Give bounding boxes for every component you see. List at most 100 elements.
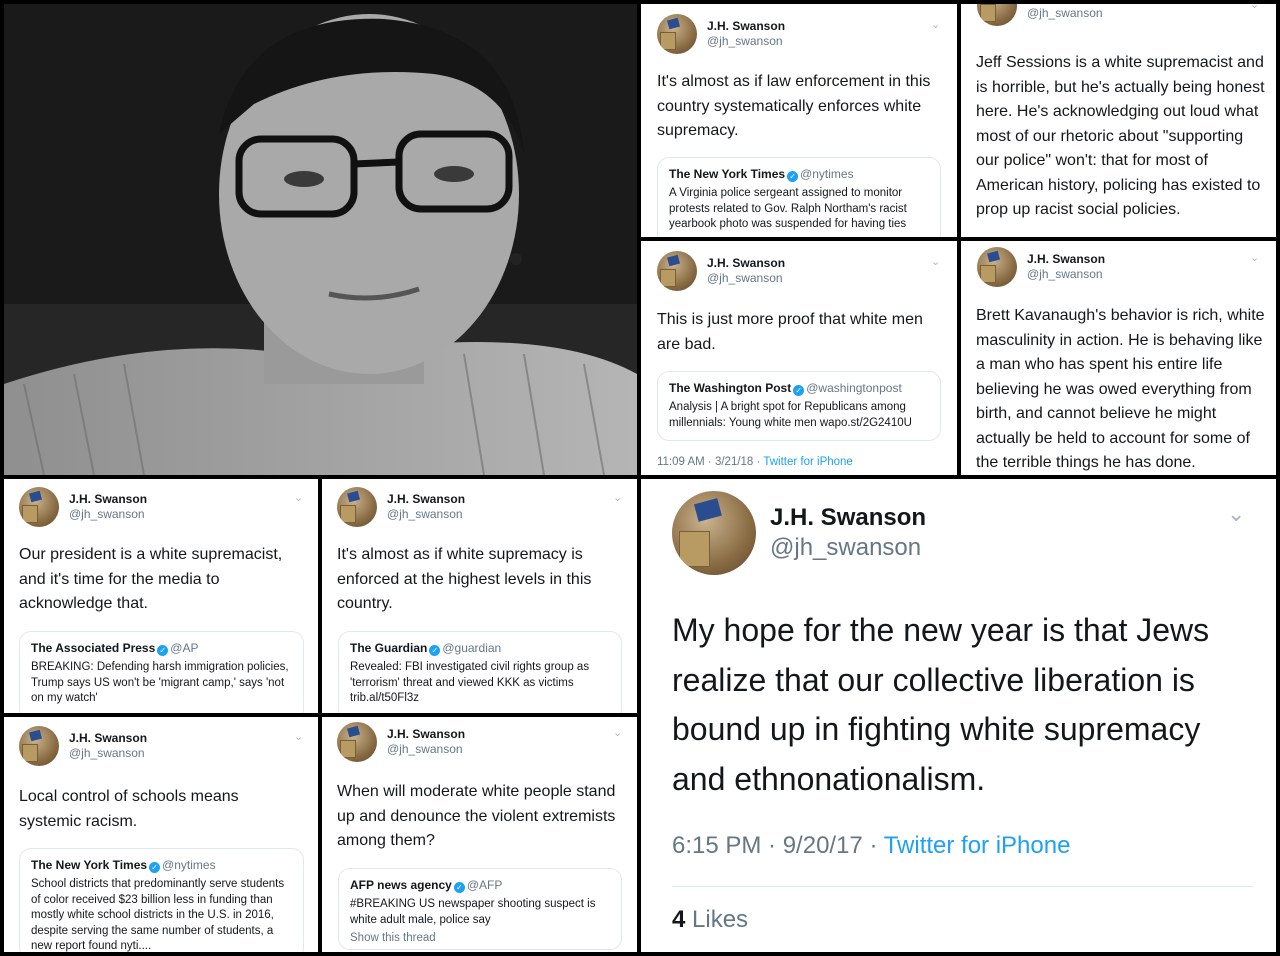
author-name[interactable]: J.H. Swanson <box>1027 252 1105 267</box>
verified-badge-icon: ✓ <box>793 385 805 396</box>
author-name[interactable]: J.H. Swanson <box>387 492 465 507</box>
quote-text: Analysis | A bright spot for Republicans… <box>669 401 912 429</box>
chevron-down-icon[interactable]: ⌄ <box>294 491 303 504</box>
chevron-down-icon[interactable]: ⌄ <box>1227 501 1245 527</box>
tweet-text: It's almost as if white supremacy is enf… <box>337 546 592 612</box>
quote-author-name: AFP news agency <box>350 878 452 892</box>
tweet-meta: 11:09 AM · 3/21/18 · Twitter for iPhone <box>657 456 853 468</box>
quote-author-name: The New York Times <box>669 167 786 181</box>
author-handle[interactable]: @jh_swanson <box>770 533 926 563</box>
tweet-card-2: J.H. Swanson @jh_swanson ⌄ Jeff Sessions… <box>961 4 1276 237</box>
tweet-header: J.H. Swanson @jh_swanson <box>657 14 785 54</box>
author-handle[interactable]: @jh_swanson <box>69 746 147 761</box>
author-name[interactable]: J.H. Swanson <box>707 256 785 271</box>
tweet-card-9: J.H. Swanson @jh_swanson ⌄ My hope for t… <box>641 479 1276 952</box>
quote-author-name: The Guardian <box>350 641 428 655</box>
chevron-down-icon[interactable]: ⌄ <box>1250 251 1259 264</box>
chevron-down-icon[interactable]: ⌄ <box>613 491 622 504</box>
tweet-source-link[interactable]: Twitter for iPhone <box>763 456 852 468</box>
quote-author-handle: @washingtonpost <box>806 381 902 395</box>
likes-label: Likes <box>685 906 749 933</box>
avatar[interactable] <box>337 487 377 527</box>
tweet-header: J.H. Swanson @jh_swanson <box>657 251 785 291</box>
quote-text: School districts that predominantly serv… <box>31 878 285 952</box>
author-name[interactable]: J.H. Swanson <box>69 731 147 746</box>
author-handle[interactable]: @jh_swanson <box>707 271 785 286</box>
tweet-card-6: J.H. Swanson @jh_swanson ⌄ It's almost a… <box>322 479 637 713</box>
likes-number: 4 <box>672 906 686 933</box>
tweet-header: J.H. Swanson @jh_swanson <box>337 487 465 527</box>
author-handle[interactable]: @jh_swanson <box>1027 6 1105 21</box>
show-thread-link[interactable]: Show this thread <box>350 931 610 947</box>
author-name[interactable]: J.H. Swanson <box>69 492 147 507</box>
chevron-down-icon[interactable]: ⌄ <box>931 18 940 31</box>
quote-text: BREAKING: Defending harsh immigration po… <box>31 661 289 704</box>
author-handle[interactable]: @jh_swanson <box>387 507 465 522</box>
tweet-header: J.H. Swanson @jh_swanson <box>977 4 1105 26</box>
quoted-tweet[interactable]: The Guardian ✓ @guardian Revealed: FBI inv… <box>338 631 622 713</box>
tweet-card-3: J.H. Swanson @jh_swanson ⌄ This is just … <box>641 241 957 475</box>
quote-author-handle: @nytimes <box>162 858 216 872</box>
avatar[interactable] <box>19 726 59 766</box>
tweet-text: Local control of schools means systemic … <box>19 788 239 830</box>
avatar[interactable] <box>977 247 1017 287</box>
quote-author-name: The Associated Press <box>31 641 156 655</box>
portrait-image <box>4 4 637 475</box>
profile-photo <box>4 4 637 475</box>
quoted-tweet[interactable]: The New York Times ✓ @nytimes School distr… <box>19 848 304 952</box>
author-name[interactable]: J.H. Swanson <box>770 503 926 533</box>
tweet-text: My hope for the new year is that Jews re… <box>672 612 1210 797</box>
tweet-text: Jeff Sessions is a white supremacist and… <box>976 54 1265 218</box>
author-name[interactable]: J.H. Swanson <box>387 727 465 742</box>
avatar[interactable] <box>977 4 1017 26</box>
tweet-text: It's almost as if law enforcement in thi… <box>657 73 931 139</box>
quote-author-handle: @nytimes <box>800 167 854 181</box>
tweet-card-8: J.H. Swanson @jh_swanson ⌄ When will mod… <box>322 717 637 952</box>
tweet-header: J.H. Swanson @jh_swanson <box>19 726 147 766</box>
quote-author-name: The New York Times <box>31 858 148 872</box>
verified-badge-icon: ✓ <box>453 882 465 893</box>
tweet-header: J.H. Swanson @jh_swanson <box>672 491 926 575</box>
author-handle[interactable]: @jh_swanson <box>387 742 465 757</box>
verified-badge-icon: ✓ <box>149 862 161 873</box>
quote-author-handle: @guardian <box>442 641 502 655</box>
tweet-source-link[interactable]: Twitter for iPhone <box>884 832 1071 859</box>
chevron-down-icon[interactable]: ⌄ <box>613 726 622 739</box>
tweet-card-7: J.H. Swanson @jh_swanson ⌄ Local control… <box>4 717 318 952</box>
quote-text: Revealed: FBI investigated civil rights … <box>350 661 590 704</box>
tweet-meta: 6:15 PM · 9/20/17 · Twitter for iPhone <box>672 832 1070 860</box>
quoted-tweet[interactable]: The New York Times ✓ @nytimes A Virginia p… <box>657 157 941 237</box>
avatar[interactable] <box>19 487 59 527</box>
likes-count[interactable]: 4 Likes <box>672 906 748 934</box>
tweet-timestamp[interactable]: 11:09 AM · 3/21/18 · <box>657 456 763 468</box>
verified-badge-icon: ✓ <box>787 171 799 182</box>
tweet-timestamp[interactable]: 6:15 PM · 9/20/17 · <box>672 832 884 859</box>
quoted-tweet[interactable]: AFP news agency ✓ @AFP #BREAKING US newspa… <box>338 868 622 950</box>
avatar[interactable] <box>337 722 377 762</box>
chevron-down-icon[interactable]: ⌄ <box>931 255 940 268</box>
author-handle[interactable]: @jh_swanson <box>1027 267 1105 282</box>
tweet-text: Our president is a white supremacist, an… <box>19 546 283 612</box>
avatar[interactable] <box>657 14 697 54</box>
author-handle[interactable]: @jh_swanson <box>707 34 785 49</box>
quoted-tweet[interactable]: The Washington Post ✓ @washingtonpost Anal… <box>657 371 941 441</box>
author-handle[interactable]: @jh_swanson <box>69 507 147 522</box>
quote-text: #BREAKING US newspaper shooting suspect … <box>350 898 596 926</box>
author-name[interactable]: J.H. Swanson <box>707 19 785 34</box>
tweet-header: J.H. Swanson @jh_swanson <box>977 247 1105 287</box>
tweet-text: This is just more proof that white men a… <box>657 311 923 353</box>
chevron-down-icon[interactable]: ⌄ <box>294 730 303 743</box>
tweet-text: When will moderate white people stand up… <box>337 783 616 849</box>
tweet-card-1: J.H. Swanson @jh_swanson ⌄ It's almost a… <box>641 4 957 237</box>
quote-author-handle: @AP <box>170 641 199 655</box>
divider <box>672 886 1253 887</box>
quote-author-handle: @AFP <box>466 878 503 892</box>
tweet-card-4: J.H. Swanson @jh_swanson ⌄ Brett Kavanau… <box>961 241 1276 475</box>
tweet-card-5: J.H. Swanson @jh_swanson ⌄ Our president… <box>4 479 318 713</box>
avatar[interactable] <box>657 251 697 291</box>
verified-badge-icon: ✓ <box>429 645 441 656</box>
quoted-tweet[interactable]: The Associated Press ✓ @AP BREAKING: Defen… <box>19 631 304 713</box>
tweet-header: J.H. Swanson @jh_swanson <box>19 487 147 527</box>
avatar[interactable] <box>672 491 756 575</box>
chevron-down-icon[interactable]: ⌄ <box>1250 4 1259 11</box>
